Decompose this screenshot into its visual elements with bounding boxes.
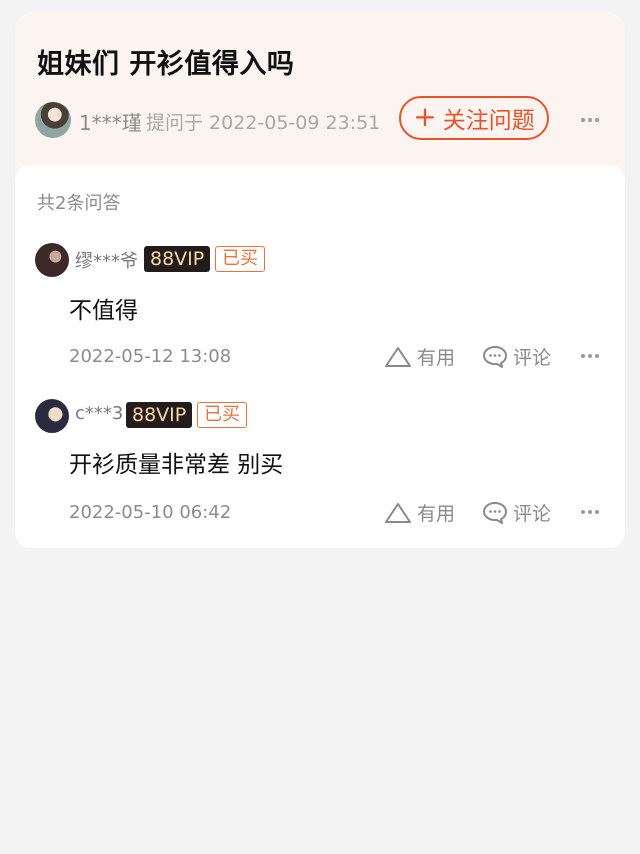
avatar[interactable] (35, 243, 69, 277)
answer-user-name: c***3 (75, 403, 124, 424)
answer-time: 2022-05-10 06:42 (69, 502, 232, 523)
answers-card: 共2条问答 缪***爷 88VIP 已买 不值得 2022-05-12 13:0… (15, 165, 625, 548)
follow-question-button[interactable]: + 关注问题 (399, 96, 549, 140)
avatar[interactable] (35, 399, 69, 433)
vip-badge: 88VIP (126, 402, 193, 428)
comment-bubble-icon (483, 501, 507, 524)
question-title: 姐妹们 开衫值得入吗 (37, 49, 295, 80)
useful-button[interactable]: 有用 (384, 499, 455, 526)
answer-item: c***3 88VIP 已买 开衫质量非常差 别买 2022-05-10 06:… (15, 399, 625, 549)
answer-item: 缪***爷 88VIP 已买 不值得 2022-05-12 13:08 有用 评… (15, 243, 625, 393)
answer-user-name: 缪***爷 (75, 251, 138, 272)
vip-badge: 88VIP (144, 246, 211, 272)
bought-badge: 已买 (197, 402, 247, 428)
answer-more-icon[interactable] (581, 510, 599, 514)
asker-name: 1***瑾 (79, 111, 142, 135)
answer-time: 2022-05-12 13:08 (69, 346, 232, 367)
answer-more-icon[interactable] (581, 354, 599, 358)
comment-label: 评论 (513, 503, 552, 525)
asked-at-timestamp: 提问于 2022-05-09 23:51 (146, 112, 381, 134)
bought-badge: 已买 (215, 246, 265, 272)
comment-label: 评论 (513, 347, 552, 369)
thumbs-triangle-icon (385, 346, 411, 367)
comment-button[interactable]: 评论 (482, 499, 551, 526)
follow-question-label: 关注问题 (442, 108, 535, 134)
answer-text: 开衫质量非常差 别买 (69, 452, 284, 478)
question-more-icon[interactable] (581, 118, 599, 122)
useful-label: 有用 (417, 503, 456, 525)
comment-button[interactable]: 评论 (482, 343, 551, 370)
useful-label: 有用 (417, 347, 456, 369)
thumbs-triangle-icon (385, 502, 411, 523)
comment-bubble-icon (483, 345, 507, 368)
answer-text: 不值得 (69, 298, 138, 324)
useful-button[interactable]: 有用 (384, 343, 455, 370)
answer-count: 共2条问答 (37, 193, 121, 214)
asker-avatar[interactable] (35, 102, 71, 138)
plus-icon: + (413, 99, 437, 133)
